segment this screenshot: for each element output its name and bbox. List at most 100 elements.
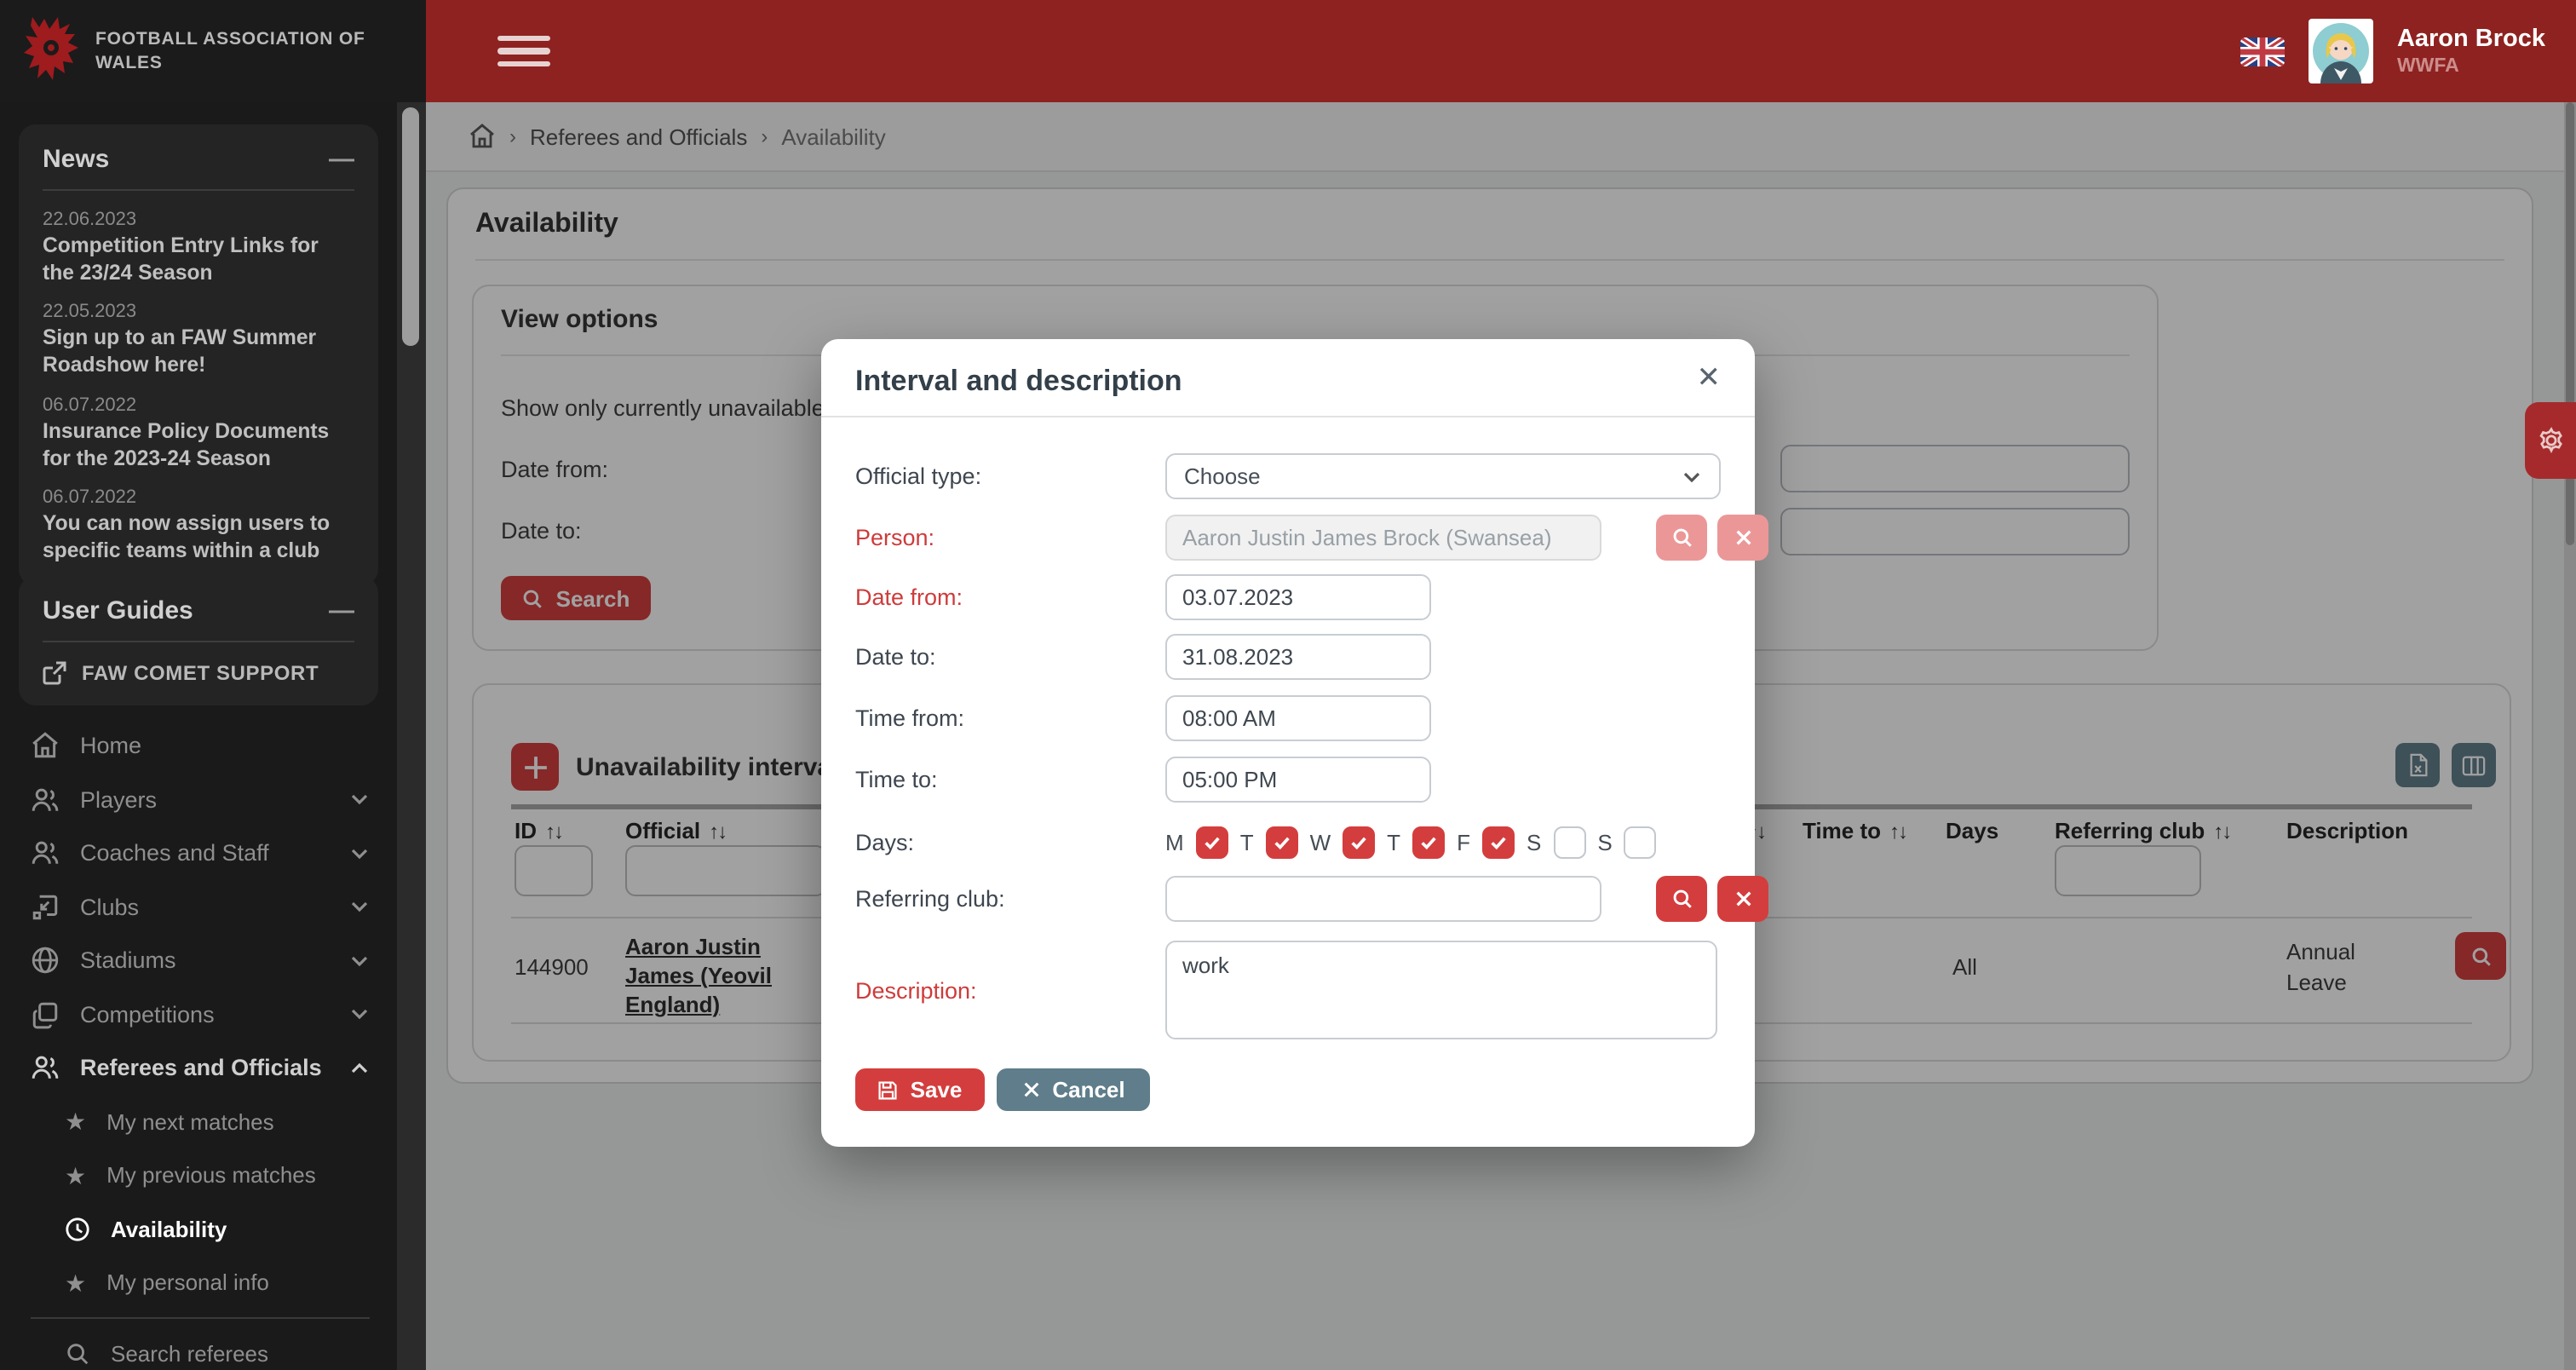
star-icon: ★ [65,1164,86,1188]
external-link-icon [43,661,66,685]
news-item-title[interactable]: Sign up to an FAW Summer Roadshow here! [43,326,354,380]
search-icon [1670,888,1693,910]
day-checkbox[interactable] [1266,826,1298,858]
referring-club-input[interactable] [1165,876,1601,922]
home-icon [31,732,60,761]
globe-icon [31,947,60,976]
chevron-down-icon [349,1004,370,1025]
modal-date-to-input[interactable]: 31.08.2023 [1165,634,1431,680]
day-letter: F [1457,829,1470,855]
sidebar-item-players[interactable]: Players [0,773,397,826]
modal-title: Interval and description [855,365,1182,399]
interval-description-modal: Interval and description ✕ Official type… [821,339,1755,1147]
user-guides-panel: User Guides — FAW COMET SUPPORT [19,576,378,705]
sidebar-item-home[interactable]: Home [0,719,397,773]
news-item-title[interactable]: Insurance Policy Documents for the 2023-… [43,419,354,473]
referring-club-search-button[interactable] [1656,876,1707,922]
user-name[interactable]: Aaron Brock [2397,26,2545,56]
day-checkbox[interactable] [1624,826,1657,858]
user-guides-collapse-icon[interactable]: — [329,596,354,625]
user-guides-title: User Guides [43,596,193,625]
description-label: Description: [855,941,977,1039]
cancel-button[interactable]: Cancel [997,1068,1150,1111]
sidebar-item-referees-and-officials[interactable]: Referees and Officials [0,1041,397,1095]
day-checkbox[interactable] [1553,826,1585,858]
avatar[interactable] [2309,19,2373,83]
sidebar-item-my-next-matches[interactable]: ★ My next matches [0,1095,397,1148]
star-icon: ★ [65,1110,86,1134]
referring-club-label: Referring club: [855,876,1005,922]
time-from-input[interactable]: 08:00 AM [1165,695,1431,741]
top-header-bar: Aaron Brock WWFA [426,0,2576,102]
copy-icon [31,1000,60,1029]
close-icon [1734,889,1752,908]
modal-close-icon[interactable]: ✕ [1697,361,1722,395]
modal-date-to-label: Date to: [855,634,936,680]
day-checkbox[interactable] [1196,826,1228,858]
news-item[interactable]: 06.07.2022 Insurance Policy Documents fo… [43,395,354,473]
chevron-down-icon [349,897,370,918]
chevron-down-icon [349,843,370,864]
news-date: 06.07.2022 [43,395,354,416]
person-search-button [1656,515,1707,561]
faw-comet-support-link[interactable]: FAW COMET SUPPORT [43,661,354,685]
save-button[interactable]: Save [855,1068,985,1111]
sidebar-item-search-referees[interactable]: Search referees [0,1327,397,1370]
day-letter: S [1527,829,1541,855]
time-to-input[interactable]: 05:00 PM [1165,757,1431,803]
person-label: Person: [855,515,934,561]
uk-flag-icon[interactable] [2240,37,2285,66]
sidebar: News — 22.06.2023 Competition Entry Link… [0,102,397,1370]
days-label: Days: [855,825,914,859]
referring-club-clear-button[interactable] [1717,876,1768,922]
people-icon [31,839,60,868]
news-item-title[interactable]: You can now assign users to specific tea… [43,512,354,566]
official-type-select[interactable]: Choose [1165,453,1721,499]
sidebar-divider [0,1310,397,1327]
close-icon [1021,1080,1040,1099]
sidebar-item-coaches-and-staff[interactable]: Coaches and Staff [0,826,397,880]
day-letter: W [1310,829,1331,855]
news-item[interactable]: 22.05.2023 Sign up to an FAW Summer Road… [43,302,354,380]
day-letter: T [1387,829,1400,855]
chevron-up-icon [349,1058,370,1079]
news-item[interactable]: 22.06.2023 Competition Entry Links for t… [43,210,354,287]
news-date: 22.06.2023 [43,210,354,230]
description-textarea[interactable]: work [1165,941,1717,1039]
people-icon [31,786,60,815]
sidebar-item-my-previous-matches[interactable]: ★ My previous matches [0,1148,397,1202]
people-icon [31,1054,60,1083]
news-date: 06.07.2022 [43,488,354,509]
modal-date-from-input[interactable]: 03.07.2023 [1165,574,1431,620]
save-icon [878,1079,899,1100]
hamburger-menu-icon[interactable] [497,36,550,66]
person-input: Aaron Justin James Brock (Swansea) [1165,515,1601,561]
sidebar-item-clubs[interactable]: Clubs [0,880,397,934]
news-item-title[interactable]: Competition Entry Links for the 23/24 Se… [43,233,354,287]
time-to-label: Time to: [855,757,938,803]
modal-date-from-label: Date from: [855,574,963,620]
brand-text: FOOTBALL ASSOCIATION OF WALES [95,27,365,76]
day-checkbox[interactable] [1343,826,1375,858]
day-checkbox[interactable] [1482,826,1515,858]
sidebar-item-my-personal-info[interactable]: ★ My personal info [0,1256,397,1310]
person-clear-button [1717,515,1768,561]
news-collapse-icon[interactable]: — [329,145,354,174]
search-icon [1670,527,1693,549]
days-checkbox-group: MTWTFSS [1165,825,1657,859]
day-checkbox[interactable] [1412,826,1445,858]
settings-button[interactable] [2525,402,2576,479]
clock-icon [65,1217,90,1242]
day-letter: M [1165,829,1184,855]
news-item[interactable]: 06.07.2022 You can now assign users to s… [43,488,354,566]
news-title: News [43,145,109,174]
sidebar-scrollbar-thumb[interactable] [402,107,419,346]
sidebar-item-competitions[interactable]: Competitions [0,987,397,1041]
sidebar-item-availability[interactable]: Availability [0,1202,397,1256]
star-icon: ★ [65,1271,86,1295]
search-icon [65,1341,90,1367]
sidebar-item-stadiums[interactable]: Stadiums [0,934,397,987]
club-import-icon [31,893,60,922]
news-panel: News — 22.06.2023 Competition Entry Link… [19,124,378,586]
sidebar-scrollbar[interactable] [397,102,426,1370]
